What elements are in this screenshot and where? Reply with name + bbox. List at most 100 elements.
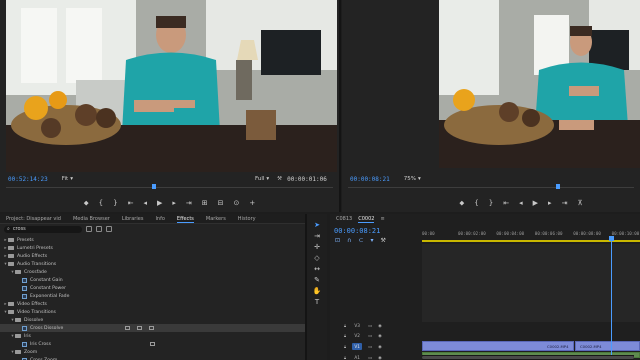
source-scrub-bar[interactable] xyxy=(6,184,333,190)
eye-icon[interactable]: ◉ xyxy=(378,355,382,360)
32bit-effects-icon[interactable] xyxy=(96,226,102,232)
go-to-out-icon[interactable]: ⇥ xyxy=(186,199,192,207)
play-icon[interactable]: ▶ xyxy=(157,199,162,207)
monitor-divider[interactable] xyxy=(339,0,341,212)
snap-icon[interactable]: ∩ xyxy=(347,237,351,244)
sync-lock-icon[interactable]: ▭ xyxy=(368,355,372,360)
tab-info[interactable]: Info xyxy=(149,216,170,222)
track-name[interactable]: V3 xyxy=(352,322,362,329)
source-timecode[interactable]: 00:52:14:23 xyxy=(8,176,48,183)
track-header-v1[interactable]: 🔒︎ V1 ▭ ◉ xyxy=(330,341,422,351)
tab-history[interactable]: History xyxy=(232,216,262,222)
track-name[interactable]: V1 xyxy=(352,342,363,350)
go-to-in-icon[interactable]: ⇤ xyxy=(503,199,509,207)
mark-in-icon[interactable]: { xyxy=(99,199,103,207)
quality-dropdown[interactable]: Full ▾ xyxy=(255,176,269,182)
slip-tool-icon[interactable]: ↔ xyxy=(314,265,320,273)
step-forward-icon[interactable]: ▸ xyxy=(548,199,552,207)
effects-search-input[interactable]: ⌕ cross xyxy=(4,225,82,233)
wrench-icon[interactable]: ⚒ xyxy=(380,237,385,244)
eye-icon[interactable]: ◉ xyxy=(378,344,382,349)
lock-icon[interactable]: 🔒︎ xyxy=(344,333,346,338)
type-tool-icon[interactable]: T xyxy=(315,298,319,306)
tab-libraries[interactable]: Libraries xyxy=(116,216,150,222)
lift-icon[interactable]: ⊼ xyxy=(577,199,582,207)
effect-item-row[interactable]: Constant Power xyxy=(0,284,305,292)
step-forward-icon[interactable]: ▸ xyxy=(172,199,176,207)
effects-folder-row[interactable]: ▸ Video Effects xyxy=(0,300,305,308)
effect-item-row[interactable]: Exponential Fade xyxy=(0,292,305,300)
razor-tool-icon[interactable]: ◇ xyxy=(314,254,319,262)
effects-folder-row[interactable]: ▾ Zoom xyxy=(0,348,305,356)
timeline-horizontal-scrollbar[interactable] xyxy=(422,355,634,360)
mark-out-icon[interactable]: } xyxy=(489,199,493,207)
effects-folder-row[interactable]: ▾ Audio Transitions xyxy=(0,260,305,268)
effects-folder-row[interactable]: ▾ Dissolve xyxy=(0,316,305,324)
program-scrub-bar[interactable] xyxy=(348,184,634,190)
track-header-v3[interactable]: 🔒︎ V3 ▭ ◉ xyxy=(330,320,422,330)
effects-folder-row[interactable]: ▸ Lumetri Presets xyxy=(0,244,305,252)
track-name[interactable]: A1 xyxy=(352,354,362,360)
effects-folder-row[interactable]: ▾ Crossfade xyxy=(0,268,305,276)
effects-folder-row[interactable]: ▾ Iris xyxy=(0,332,305,340)
fit-dropdown[interactable]: Fit ▾ xyxy=(62,176,73,182)
export-frame-icon[interactable]: ⊙ xyxy=(234,199,240,207)
wrench-icon[interactable]: ⚒ xyxy=(277,176,282,182)
work-area-bar[interactable] xyxy=(422,240,640,242)
nest-icon[interactable]: ⊡ xyxy=(335,237,340,244)
effect-item-row[interactable]: Constant Gain xyxy=(0,276,305,284)
track-header-a1[interactable]: 🔒︎ A1 ▭ ◉ xyxy=(330,352,422,360)
hand-tool-icon[interactable]: ✋ xyxy=(313,287,322,295)
add-icon[interactable]: + xyxy=(249,199,255,207)
go-to-in-icon[interactable]: ⇤ xyxy=(128,199,134,207)
timeline-clip[interactable]: C0002.MP4 xyxy=(575,341,640,351)
track-name[interactable]: V2 xyxy=(352,332,362,339)
effects-folder-row[interactable]: ▾ Video Transitions xyxy=(0,308,305,316)
add-marker-icon[interactable]: ▾ xyxy=(370,237,373,244)
source-video-frame[interactable] xyxy=(6,0,337,172)
add-marker-icon[interactable]: ⬥ xyxy=(84,199,89,207)
lock-icon[interactable]: 🔒︎ xyxy=(344,355,346,360)
timeline-clip[interactable]: C0002.MP4 xyxy=(422,341,574,351)
source-playhead[interactable] xyxy=(152,184,156,189)
effects-folder-row[interactable]: ▸ Audio Effects xyxy=(0,252,305,260)
sync-lock-icon[interactable]: ▭ xyxy=(368,344,372,349)
accelerated-effects-icon[interactable] xyxy=(86,226,92,232)
eye-icon[interactable]: ◉ xyxy=(378,323,382,328)
overwrite-icon[interactable]: ⊟ xyxy=(218,199,224,207)
hamburger-menu-icon[interactable]: ≡ xyxy=(380,216,384,222)
ripple-edit-tool-icon[interactable]: ✛ xyxy=(314,243,320,251)
effect-item-row[interactable]: Cross Zoom xyxy=(0,356,305,360)
program-playhead[interactable] xyxy=(556,184,560,189)
lock-icon[interactable]: 🔒︎ xyxy=(344,344,346,349)
track-header-v2[interactable]: 🔒︎ V2 ▭ ◉ xyxy=(330,330,422,340)
linked-selection-icon[interactable]: ⊂ xyxy=(358,237,363,244)
program-timecode[interactable]: 00:00:08:21 xyxy=(350,176,390,183)
add-marker-icon[interactable]: ⬥ xyxy=(459,199,464,207)
tab-markers[interactable]: Markers xyxy=(200,216,232,222)
zoom-dropdown[interactable]: 75% ▾ xyxy=(404,176,421,182)
go-to-out-icon[interactable]: ⇥ xyxy=(562,199,568,207)
mark-in-icon[interactable]: { xyxy=(474,199,478,207)
effect-item-row[interactable]: Cross Dissolve xyxy=(0,324,305,332)
timeline-timecode[interactable]: 00:00:08:21 xyxy=(334,227,380,235)
effect-item-row[interactable]: Iris Cross xyxy=(0,340,305,348)
effects-folder-row[interactable]: ▸ Presets xyxy=(0,236,305,244)
selection-tool-icon[interactable]: ➤ xyxy=(314,221,320,229)
program-video-frame[interactable] xyxy=(439,0,640,168)
step-back-icon[interactable]: ◂ xyxy=(143,199,147,207)
tab-effects[interactable]: Effects xyxy=(171,215,200,223)
lock-icon[interactable]: 🔒︎ xyxy=(344,323,346,328)
play-icon[interactable]: ▶ xyxy=(533,199,538,207)
sync-lock-icon[interactable]: ▭ xyxy=(368,333,372,338)
eye-icon[interactable]: ◉ xyxy=(378,333,382,338)
video-track-area[interactable] xyxy=(422,244,640,322)
scrollbar-thumb[interactable] xyxy=(422,356,634,359)
tab-sequence-c0813[interactable]: C0813 xyxy=(336,216,352,222)
step-back-icon[interactable]: ◂ xyxy=(519,199,523,207)
time-ruler[interactable]: 00:00 00:00:02:00 00:00:04:00 00:00:06:00 00… xyxy=(422,231,640,242)
sync-lock-icon[interactable]: ▭ xyxy=(368,323,372,328)
insert-icon[interactable]: ⊞ xyxy=(202,199,208,207)
tab-project[interactable]: Project: Disappear vid xyxy=(0,216,67,222)
yuv-effects-icon[interactable] xyxy=(106,226,112,232)
